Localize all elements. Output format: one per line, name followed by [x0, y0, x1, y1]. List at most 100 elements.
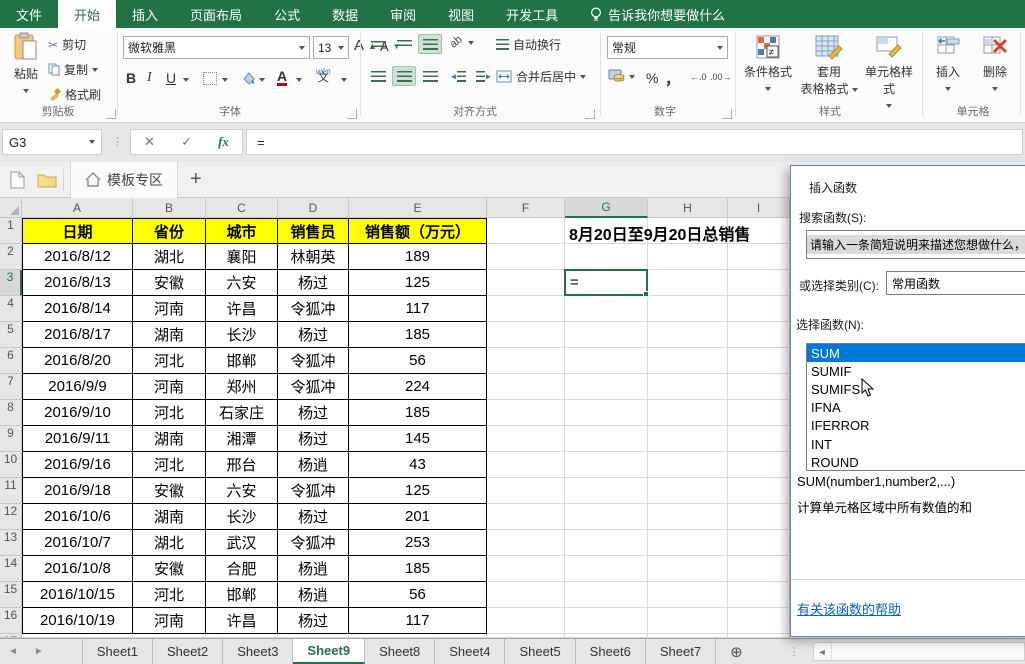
conditional-formatting-button[interactable]: ≠ 条件格式	[740, 34, 796, 94]
cell-H3[interactable]	[648, 270, 728, 296]
cell-G13[interactable]	[565, 530, 648, 556]
cell-C12[interactable]: 长沙	[206, 504, 278, 530]
cell-D7[interactable]: 令狐冲	[278, 374, 349, 400]
row-header-3[interactable]: 3	[0, 270, 22, 296]
cell-G5[interactable]	[565, 322, 648, 348]
cell-F5[interactable]	[487, 322, 565, 348]
cell-I15[interactable]	[728, 582, 790, 608]
cell-C1[interactable]: 城市	[206, 218, 278, 244]
template-zone-tab[interactable]: 模板专区	[70, 162, 178, 198]
cell-G7[interactable]	[565, 374, 648, 400]
cell-E6[interactable]: 56	[349, 348, 487, 374]
font-color-dropdown[interactable]	[296, 78, 302, 82]
fill-color-dropdown[interactable]	[259, 78, 265, 82]
function-item-INT[interactable]: INT	[807, 435, 1025, 453]
phonetic-button[interactable]: wén 文	[316, 68, 331, 82]
cell-E4[interactable]: 117	[349, 296, 487, 322]
cell-I10[interactable]	[728, 452, 790, 478]
cell-B3[interactable]: 安徽	[133, 270, 206, 296]
cell-H8[interactable]	[648, 400, 728, 426]
cell-D8[interactable]: 杨过	[278, 400, 349, 426]
cell-H14[interactable]	[648, 556, 728, 582]
cell-D14[interactable]: 杨逍	[278, 556, 349, 582]
column-header-E[interactable]: E	[349, 198, 487, 218]
cell-B15[interactable]: 河北	[133, 582, 206, 608]
column-header-C[interactable]: C	[206, 198, 278, 218]
align-right-button[interactable]	[418, 66, 442, 86]
percent-style-button[interactable]: %	[646, 70, 658, 86]
cancel-icon[interactable]: ✕	[144, 134, 155, 150]
sheetbar-grip[interactable]: ⋮	[783, 639, 805, 664]
cell-B11[interactable]: 安徽	[133, 478, 206, 504]
cell-I5[interactable]	[728, 322, 790, 348]
cell-C3[interactable]: 六安	[206, 270, 278, 296]
row-header-13[interactable]: 13	[0, 530, 22, 556]
sheet-nav-left-icon[interactable]: ◄	[0, 639, 26, 664]
cell-I7[interactable]	[728, 374, 790, 400]
row-header-7[interactable]: 7	[0, 374, 22, 400]
font-name-select[interactable]: 微软雅黑	[123, 36, 310, 59]
row-header-10[interactable]: 10	[0, 452, 22, 478]
cell-F15[interactable]	[487, 582, 565, 608]
cell-F12[interactable]	[487, 504, 565, 530]
cell-C5[interactable]: 长沙	[206, 322, 278, 348]
center-button[interactable]	[392, 66, 416, 86]
cell-H16[interactable]	[648, 608, 728, 634]
cell-D9[interactable]: 杨过	[278, 426, 349, 452]
menu-tab-视图[interactable]: 视图	[432, 0, 490, 28]
cell-H5[interactable]	[648, 322, 728, 348]
cell-B4[interactable]: 河南	[133, 296, 206, 322]
cell-G9[interactable]	[565, 426, 648, 452]
sheet-tab-Sheet5[interactable]: Sheet5	[505, 639, 575, 664]
column-header-A[interactable]: A	[22, 198, 133, 218]
cell-A10[interactable]: 2016/9/16	[22, 452, 133, 478]
cell-C6[interactable]: 邯郸	[206, 348, 278, 374]
cell-A14[interactable]: 2016/10/8	[22, 556, 133, 582]
menu-tab-文件[interactable]: 文件	[0, 0, 58, 28]
wrap-text-button[interactable]: 自动换行	[496, 36, 561, 53]
decrease-indent-button[interactable]: ◄	[446, 66, 470, 86]
cell-F3[interactable]	[487, 270, 565, 296]
font-color-button[interactable]: A	[277, 70, 287, 86]
cell-E15[interactable]: 56	[349, 582, 487, 608]
row-header-5[interactable]: 5	[0, 322, 22, 348]
middle-align-button[interactable]	[392, 34, 416, 54]
paste-button[interactable]: 粘贴	[6, 32, 46, 96]
column-header-H[interactable]: H	[648, 198, 728, 218]
row-header-11[interactable]: 11	[0, 478, 22, 504]
cell-E11[interactable]: 125	[349, 478, 487, 504]
cell-A6[interactable]: 2016/8/20	[22, 348, 133, 374]
cell-A11[interactable]: 2016/9/18	[22, 478, 133, 504]
cell-H12[interactable]	[648, 504, 728, 530]
horizontal-scrollbar[interactable]: ◄	[813, 642, 1025, 661]
cell-D13[interactable]: 令狐冲	[278, 530, 349, 556]
new-sheet-button[interactable]: ⊕	[716, 639, 757, 664]
cell-G10[interactable]	[565, 452, 648, 478]
cell-G15[interactable]	[565, 582, 648, 608]
decrease-decimal-button[interactable]: .00→	[710, 72, 732, 82]
category-select[interactable]: 常用函数	[886, 271, 1025, 295]
underline-dropdown[interactable]	[183, 78, 189, 82]
cell-H10[interactable]	[648, 452, 728, 478]
cell-F14[interactable]	[487, 556, 565, 582]
cell-I16[interactable]	[728, 608, 790, 634]
new-file-icon[interactable]	[10, 171, 25, 189]
cell-G6[interactable]	[565, 348, 648, 374]
clipboard-dialog-launcher[interactable]	[106, 109, 116, 119]
cell-H15[interactable]	[648, 582, 728, 608]
menu-tab-页面布局[interactable]: 页面布局	[174, 0, 258, 28]
font-dialog-launcher[interactable]	[347, 109, 357, 119]
font-size-select[interactable]: 13	[313, 36, 349, 59]
row-header-2[interactable]: 2	[0, 244, 22, 270]
cell-A4[interactable]: 2016/8/14	[22, 296, 133, 322]
cell-E10[interactable]: 43	[349, 452, 487, 478]
cell-H11[interactable]	[648, 478, 728, 504]
select-all-button[interactable]	[0, 198, 22, 218]
cell-B16[interactable]: 河南	[133, 608, 206, 634]
column-header-D[interactable]: D	[278, 198, 349, 218]
comma-style-button[interactable]: ，	[665, 68, 680, 89]
cell-D6[interactable]: 令狐冲	[278, 348, 349, 374]
cell-A2[interactable]: 2016/8/12	[22, 244, 133, 270]
cell-G2[interactable]	[565, 244, 648, 270]
column-header-G[interactable]: G	[565, 198, 648, 218]
